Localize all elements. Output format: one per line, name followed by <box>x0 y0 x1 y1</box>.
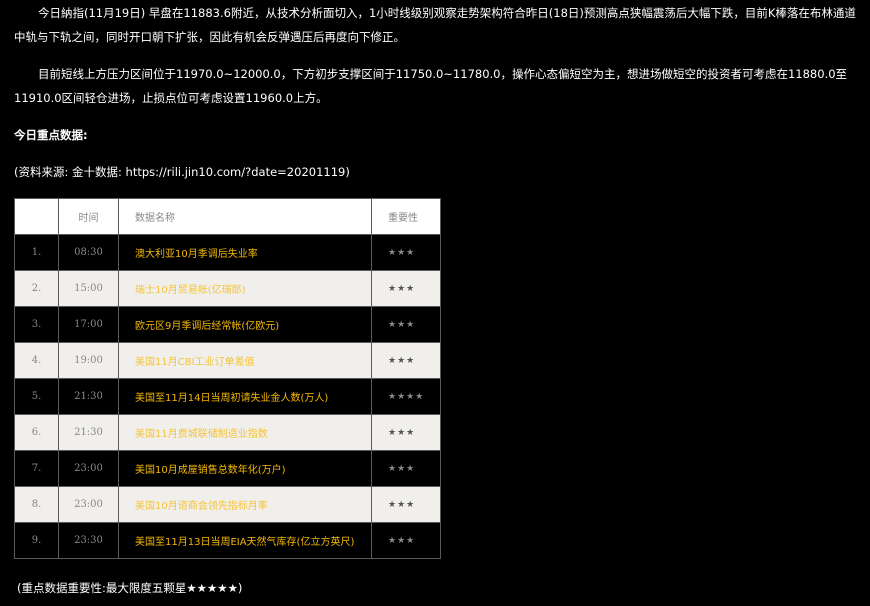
table-row: 1. 08:30 澳大利亚10月季调后失业率 ★★★ <box>14 234 441 271</box>
row-time: 23:00 <box>58 486 119 523</box>
table-row: 2. 15:00 瑞士10月贸易帐(亿瑞郎) ★★★ <box>14 270 441 307</box>
row-importance-stars: ★★★ <box>371 486 441 523</box>
row-importance-stars: ★★★ <box>371 342 441 379</box>
header-importance: 重要性 <box>371 198 441 235</box>
header-time: 时间 <box>58 198 119 235</box>
row-importance-stars: ★★★ <box>371 522 441 559</box>
row-number: 4. <box>14 342 59 379</box>
row-time: 23:00 <box>58 450 119 487</box>
row-data-name: 美国11月CBI工业订单差值 <box>118 342 372 379</box>
row-data-name: 澳大利亚10月季调后失业率 <box>118 234 372 271</box>
row-data-name: 美国至11月13日当周EIA天然气库存(亿立方英尺) <box>118 522 372 559</box>
row-importance-stars: ★★★ <box>371 234 441 271</box>
row-number: 5. <box>14 378 59 415</box>
table-row: 4. 19:00 美国11月CBI工业订单差值 ★★★ <box>14 342 441 379</box>
row-importance-stars: ★★★ <box>371 450 441 487</box>
table-row: 5. 21:30 美国至11月14日当周初请失业金人数(万人) ★★★★ <box>14 378 441 415</box>
row-importance-stars: ★★★ <box>371 414 441 451</box>
economic-calendar-table: 时间 数据名称 重要性 1. 08:30 澳大利亚10月季调后失业率 ★★★ 2… <box>14 198 441 559</box>
row-data-name: 美国11月费城联储制造业指数 <box>118 414 372 451</box>
row-importance-stars: ★★★ <box>371 306 441 343</box>
table-row: 3. 17:00 欧元区9月季调后经常帐(亿欧元) ★★★ <box>14 306 441 343</box>
analysis-paragraph-1: 今日納指(11月19日) 早盘在11883.6附近，从技术分析面切入，1小时线级… <box>14 6 856 44</box>
row-time: 21:30 <box>58 414 119 451</box>
row-data-name: 美国10月成屋销售总数年化(万户) <box>118 450 372 487</box>
row-number: 1. <box>14 234 59 271</box>
row-importance-stars: ★★★★ <box>371 378 441 415</box>
table-row: 6. 21:30 美国11月费城联储制造业指数 ★★★ <box>14 414 441 451</box>
row-data-name: 欧元区9月季调后经常帐(亿欧元) <box>118 306 372 343</box>
row-data-name: 美国10月谘商会领先指标月率 <box>118 486 372 523</box>
importance-legend-note: (重点数据重要性:最大限度五颗星★★★★★) <box>17 581 243 595</box>
row-importance-stars: ★★★ <box>371 270 441 307</box>
header-name: 数据名称 <box>118 198 372 235</box>
row-time: 23:30 <box>58 522 119 559</box>
table-row: 7. 23:00 美国10月成屋销售总数年化(万户) ★★★ <box>14 450 441 487</box>
row-number: 6. <box>14 414 59 451</box>
row-time: 15:00 <box>58 270 119 307</box>
row-number: 7. <box>14 450 59 487</box>
row-number: 3. <box>14 306 59 343</box>
row-time: 17:00 <box>58 306 119 343</box>
row-time: 19:00 <box>58 342 119 379</box>
row-data-name: 美国至11月14日当周初请失业金人数(万人) <box>118 378 372 415</box>
table-row: 9. 23:30 美国至11月13日当周EIA天然气库存(亿立方英尺) ★★★ <box>14 522 441 559</box>
row-number: 8. <box>14 486 59 523</box>
table-header-row: 时间 数据名称 重要性 <box>14 198 441 235</box>
row-number: 9. <box>14 522 59 559</box>
row-number: 2. <box>14 270 59 307</box>
data-source-note: (资料来源: 金十数据: https://rili.jin10.com/?dat… <box>14 165 350 179</box>
row-data-name: 瑞士10月贸易帐(亿瑞郎) <box>118 270 372 307</box>
header-no <box>14 198 59 235</box>
key-data-heading: 今日重点数据: <box>14 128 88 142</box>
analysis-paragraph-2: 目前短线上方压力区间位于11970.0~12000.0，下方初步支撑区间于117… <box>14 67 848 105</box>
table-row: 8. 23:00 美国10月谘商会领先指标月率 ★★★ <box>14 486 441 523</box>
row-time: 21:30 <box>58 378 119 415</box>
row-time: 08:30 <box>58 234 119 271</box>
